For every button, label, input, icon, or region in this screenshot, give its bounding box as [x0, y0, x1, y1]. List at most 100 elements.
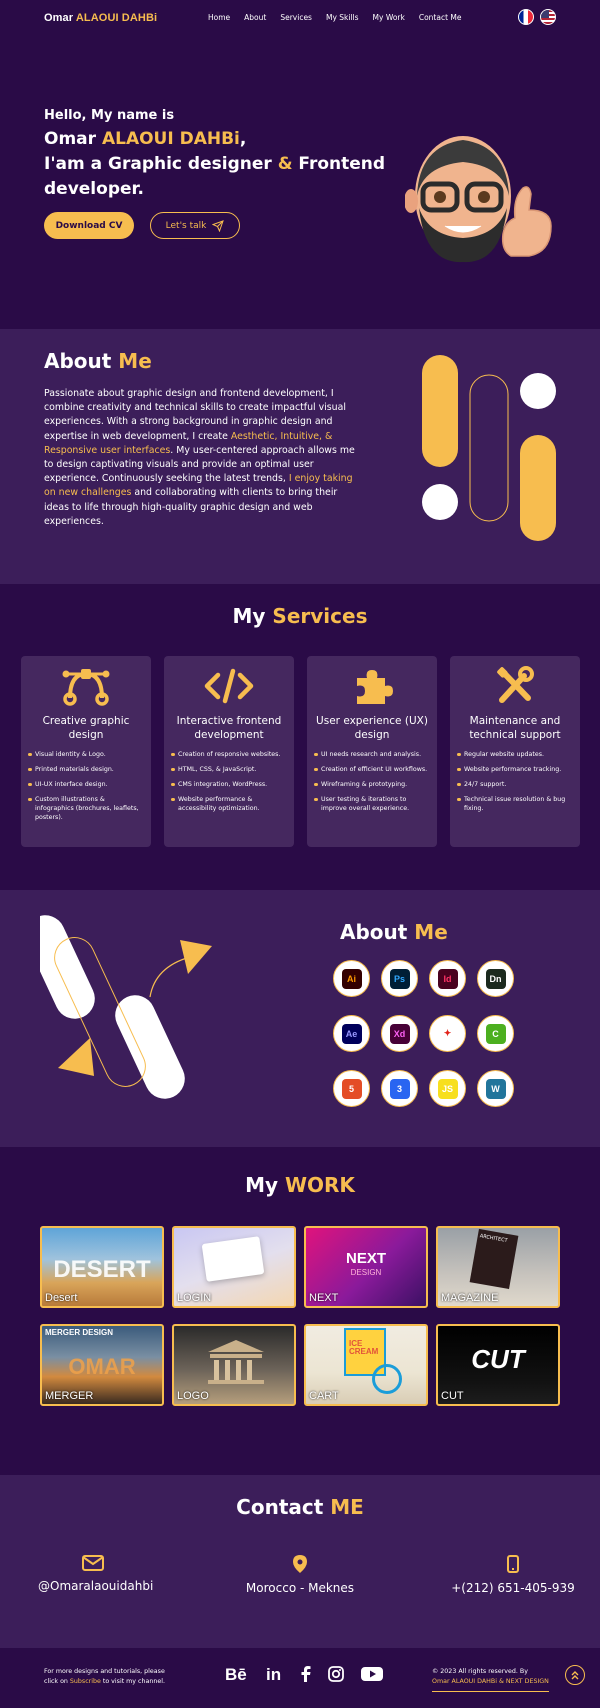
download-cv-button[interactable]: Download CV — [44, 212, 134, 239]
copyright-line1: © 2023 All rights reserved. By — [432, 1668, 528, 1675]
work-tile-merger[interactable]: MERGER DESIGN OMAR MERGER — [40, 1324, 164, 1406]
usa-flag-icon[interactable] — [540, 9, 556, 25]
hero-section: Hello, My name is Omar ALAOUI DAHBi, I'a… — [0, 36, 600, 329]
work-tile-logo[interactable]: LOGO — [172, 1324, 296, 1406]
service-title: Creative graphic design — [42, 715, 130, 741]
skills-title-a: About — [340, 920, 415, 944]
skill-tool: C — [477, 1015, 514, 1052]
skill-tool: ✦ — [429, 1015, 466, 1052]
vector-pen-icon — [62, 669, 110, 706]
footer-note: For more designs and tutorials, please c… — [44, 1667, 165, 1687]
brand-logo[interactable]: Omar ALAOUI DAHBi — [44, 12, 157, 24]
skill-tool: Xd — [381, 1015, 418, 1052]
footer-note-line1: For more designs and tutorials, please — [44, 1668, 165, 1675]
service-card: Interactive frontend development Creatio… — [164, 656, 294, 847]
svg-text:Bē: Bē — [225, 1666, 247, 1682]
work-tile-magazine[interactable]: ARCHITECT MAGAZINE — [436, 1226, 560, 1308]
cart-wheel — [372, 1364, 402, 1394]
footer-note-line2a: click on — [44, 1678, 70, 1685]
subscribe-link[interactable]: Subscribe — [70, 1678, 101, 1685]
about-title: About Me — [44, 349, 152, 373]
nav-link-skills[interactable]: My Skills — [326, 13, 359, 22]
hero-headline: Omar ALAOUI DAHBi, I'am a Graphic design… — [44, 127, 385, 202]
service-item: Wireframing & prototyping. — [314, 780, 430, 789]
nav-links: Home About Services My Skills My Work Co… — [208, 13, 462, 22]
france-flag-icon[interactable] — [518, 9, 534, 25]
linkedin-icon[interactable]: in — [266, 1666, 284, 1682]
work-title: My WORK — [0, 1147, 600, 1197]
contact-section: Contact ME @Omaralaouidahbi Morocco - Me… — [0, 1475, 600, 1648]
photoshop-icon: Ps — [389, 968, 410, 989]
services-section: My Services Creative graphic design Visu… — [0, 584, 600, 890]
contact-phone[interactable]: +(212) 651-405-939 — [450, 1555, 576, 1595]
indesign-icon: Id — [437, 968, 458, 989]
contact-email[interactable]: @Omaralaouidahbi — [38, 1555, 153, 1593]
service-item: 24/7 support. — [457, 780, 573, 789]
work-tile-login[interactable]: LOGIN — [172, 1226, 296, 1308]
nav-link-work[interactable]: My Work — [373, 13, 405, 22]
work-tile-label: LOGIN — [177, 1292, 212, 1304]
work-tile-desert[interactable]: DESERT Desert — [40, 1226, 164, 1308]
service-item: UI-UX interface design. — [28, 780, 144, 789]
service-item: Printed materials design. — [28, 765, 144, 774]
service-list: Visual identity & Logo. Printed material… — [28, 750, 144, 822]
double-chevron-up-icon — [571, 1671, 579, 1680]
skill-tool: Ai — [333, 960, 370, 997]
work-tile-cut[interactable]: CUT CUT — [436, 1324, 560, 1406]
contact-title-a: Contact — [236, 1495, 331, 1519]
work-grid: DESERT Desert LOGIN NEXT DESIGN NEXT ARCHIT… — [40, 1226, 560, 1406]
merger-poster-header: MERGER DESIGN — [45, 1328, 114, 1337]
merger-poster-text: OMAR — [68, 1354, 136, 1379]
nav-link-home[interactable]: Home — [208, 13, 230, 22]
social-links: Bē in — [225, 1666, 383, 1682]
service-item: Website performance & accessibility opti… — [171, 795, 287, 813]
contact-email-text: @Omaralaouidahbi — [38, 1579, 154, 1593]
back-to-top-button[interactable] — [565, 1665, 585, 1685]
wordpress-icon: W — [485, 1078, 506, 1099]
hero-intro: Hello, My name is Omar ALAOUI DAHBi, I'a… — [44, 108, 385, 239]
cut-poster-text: CUT — [471, 1344, 525, 1374]
lets-talk-button[interactable]: Let's talk — [150, 212, 240, 239]
skills-title-b: Me — [414, 920, 448, 944]
service-item: Visual identity & Logo. — [28, 750, 144, 759]
magazine-title: ARCHITECT — [479, 1233, 508, 1245]
work-tile-cart[interactable]: ICE CREAM CART — [304, 1324, 428, 1406]
service-list: UI needs research and analysis. Creation… — [314, 750, 430, 813]
facebook-icon[interactable] — [301, 1666, 311, 1682]
services-title-b: Services — [272, 604, 368, 628]
puzzle-icon — [357, 670, 393, 704]
nav-link-contact[interactable]: Contact Me — [419, 13, 462, 22]
css3-icon: 3 — [389, 1078, 410, 1099]
login-card-mockup — [201, 1236, 265, 1282]
hero-role-c: developer. — [44, 179, 144, 199]
service-card: Creative graphic design Visual identity … — [21, 656, 151, 847]
ice-cream-text: ICE CREAM — [349, 1339, 379, 1356]
copyright-line2: Omar ALAOUI DAHBi & NEXT DESIGN — [432, 1678, 549, 1685]
footer-copyright: © 2023 All rights reserved. By Omar ALAO… — [432, 1667, 549, 1692]
service-title: Interactive frontend development — [176, 715, 282, 741]
work-title-a: My — [245, 1173, 285, 1197]
top-navbar: Omar ALAOUI DAHBi Home About Services My… — [0, 0, 600, 36]
building-image — [208, 1340, 264, 1384]
nav-link-services[interactable]: Services — [280, 13, 312, 22]
services-cards: Creative graphic design Visual identity … — [21, 656, 580, 847]
behance-icon[interactable]: Bē — [225, 1666, 249, 1682]
instagram-icon[interactable] — [328, 1666, 344, 1682]
camtasia-icon: C — [485, 1023, 506, 1044]
youtube-icon[interactable] — [361, 1666, 383, 1682]
service-card: User experience (UX) design UI needs res… — [307, 656, 437, 847]
nav-link-about[interactable]: About — [244, 13, 266, 22]
skill-tool: Id — [429, 960, 466, 997]
skill-tool: Ps — [381, 960, 418, 997]
contact-location-text: Morocco - Meknes — [245, 1581, 355, 1595]
desert-poster-text: DESERT — [53, 1256, 151, 1283]
language-switcher — [518, 9, 556, 25]
memoji-avatar — [405, 136, 552, 263]
work-tile-next[interactable]: NEXT DESIGN NEXT — [304, 1226, 428, 1308]
service-item: Creation of efficient UI workflows. — [314, 765, 430, 774]
hero-actions: Download CV Let's talk — [44, 212, 385, 239]
service-item: User testing & iterations to improve ove… — [314, 795, 430, 813]
about-decoration — [422, 355, 556, 541]
acrobat-icon: ✦ — [437, 1023, 458, 1044]
phone-icon — [507, 1555, 519, 1573]
